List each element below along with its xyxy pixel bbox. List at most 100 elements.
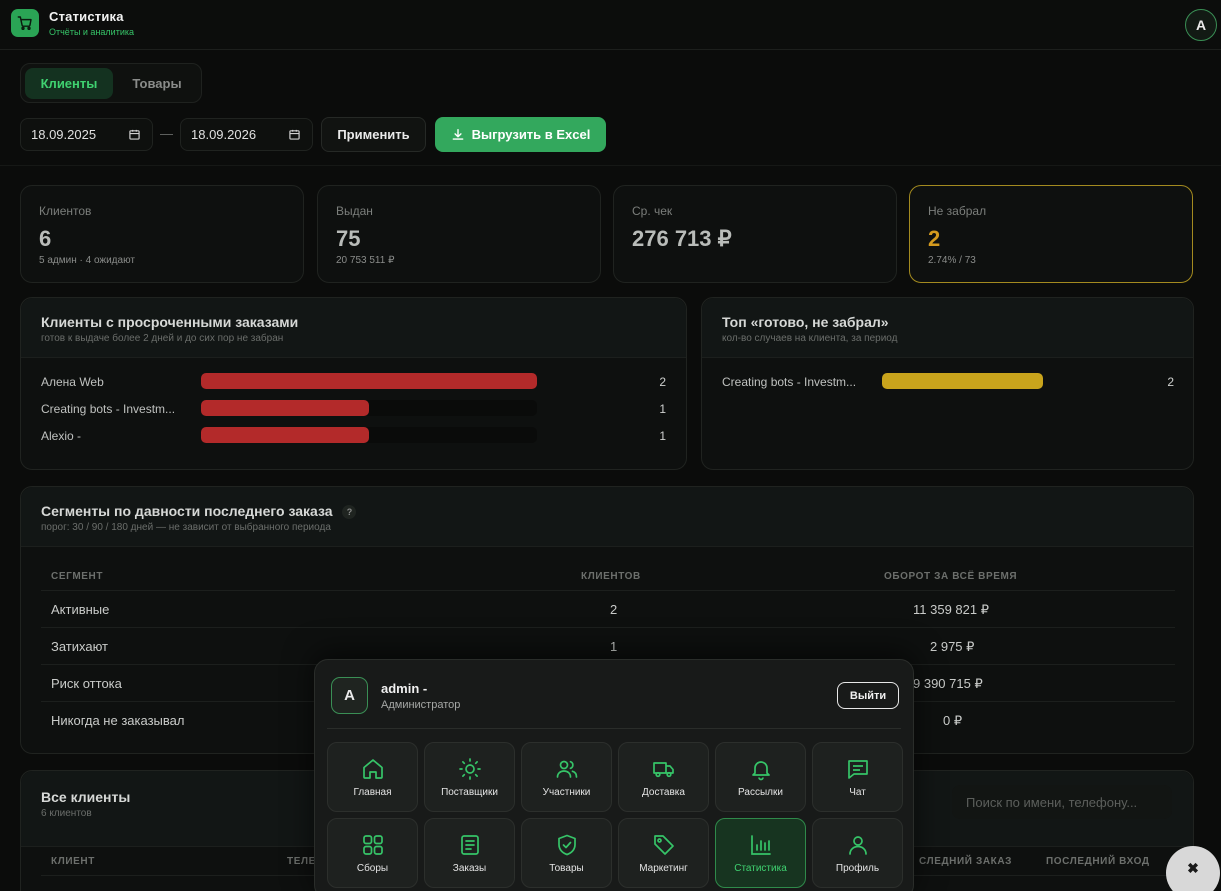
menu-item-label: Участники [542, 786, 591, 798]
stat-card-issued: Выдан 75 20 753 511 ₽ [317, 185, 601, 283]
column-header-segment: СЕГМЕНТ [51, 571, 104, 582]
table-cell-segment: Активные [51, 602, 110, 617]
table-cell-segment: Риск оттока [51, 676, 122, 691]
menu-item-label: Чат [849, 786, 866, 798]
date-to-value: 18.09.2026 [191, 127, 257, 142]
menu-item-chat[interactable]: Чат [812, 742, 903, 812]
export-excel-button[interactable]: Выгрузить в Excel [435, 117, 606, 152]
cart-icon[interactable] [11, 9, 39, 37]
panel-title: Все клиенты [41, 789, 131, 805]
stat-sub: 5 админ · 4 ожидают [39, 255, 135, 266]
menu-item-label: Профиль [835, 862, 880, 874]
menu-item-label: Маркетинг [639, 862, 688, 874]
menu-item-collections[interactable]: Сборы [327, 818, 418, 888]
table-cell-turnover: 2 975 ₽ [930, 639, 975, 654]
download-icon [452, 128, 463, 140]
overdue-clients-panel: Клиенты с просроченными заказами готов к… [20, 297, 687, 470]
menu-item-label: Товары [549, 862, 584, 874]
bar-label: Creating bots - Investm... [722, 375, 857, 389]
top-bar [0, 0, 1221, 50]
table-divider [41, 627, 1175, 628]
menu-user-role: Администратор [381, 699, 461, 711]
navigation-menu: A admin - Администратор Выйти Главная По… [314, 659, 914, 891]
table-cell-segment: Никогда не заказывал [51, 713, 185, 728]
table-cell-clients: 2 [610, 602, 618, 617]
menu-item-delivery[interactable]: Доставка [618, 742, 709, 812]
menu-item-marketing[interactable]: Маркетинг [618, 818, 709, 888]
app-title: Статистика [49, 9, 124, 24]
stat-sub: 20 753 511 ₽ [336, 255, 395, 266]
bar-label: Alexio - [41, 429, 82, 443]
logout-button[interactable]: Выйти [837, 682, 899, 709]
table-cell-turnover: 11 359 821 ₽ [913, 602, 989, 617]
menu-user-name: admin - [381, 681, 428, 696]
menu-item-profile[interactable]: Профиль [812, 818, 903, 888]
tab-clients[interactable]: Клиенты [25, 68, 113, 99]
menu-item-orders[interactable]: Заказы [424, 818, 515, 888]
panel-title: Клиенты с просроченными заказами [41, 314, 299, 330]
date-separator: — [160, 126, 173, 141]
table-cell-clients: 1 [610, 639, 618, 654]
stat-card-avg-check: Ср. чек 276 713 ₽ [613, 185, 897, 283]
app-subtitle: Отчёты и аналитика [49, 27, 134, 37]
menu-item-home[interactable]: Главная [327, 742, 418, 812]
tag-icon [653, 834, 674, 855]
calendar-icon[interactable] [289, 129, 300, 140]
bell-icon [751, 760, 770, 780]
menu-item-label: Заказы [452, 862, 487, 874]
bar-value: 1 [659, 402, 666, 416]
date-to-input[interactable]: 18.09.2026 [180, 118, 313, 151]
chart-icon [750, 834, 771, 855]
stat-label: Ср. чек [632, 204, 673, 218]
column-header-clients: КЛИЕНТОВ [581, 571, 641, 582]
table-divider [41, 590, 1175, 591]
users-icon [556, 760, 577, 778]
stat-value: 6 [39, 226, 52, 251]
panel-header: Топ «готово, не забрал» кол-во случаев н… [702, 298, 1193, 358]
user-icon [848, 835, 867, 855]
menu-item-suppliers[interactable]: Поставщики [424, 742, 515, 812]
stat-label: Не забрал [928, 204, 987, 218]
client-search-input[interactable]: Поиск по имени, телефону... [952, 785, 1172, 819]
home-icon [362, 758, 383, 779]
table-cell-turnover: 0 ₽ [943, 713, 963, 728]
menu-item-label: Статистика [734, 862, 787, 874]
calendar-icon[interactable] [129, 129, 140, 140]
menu-item-products[interactable]: Товары [521, 818, 612, 888]
bar [882, 373, 1043, 389]
bar [201, 427, 369, 443]
top-not-picked-panel: Топ «готово, не забрал» кол-во случаев н… [701, 297, 1194, 470]
stat-value: 2 [928, 226, 941, 251]
bar-value: 2 [659, 375, 666, 389]
panel-title-text: Сегменты по давности последнего заказа [41, 503, 333, 519]
shield-check-icon [557, 834, 576, 855]
chat-icon [847, 759, 868, 779]
stat-label: Клиентов [39, 204, 92, 218]
apply-button[interactable]: Применить [321, 117, 426, 152]
panel-subtitle: готов к выдаче более 2 дней и до сих пор… [41, 333, 284, 344]
bar-label: Алена Web [41, 375, 104, 389]
column-header-turnover: ОБОРОТ ЗА ВСЁ ВРЕМЯ [884, 571, 1018, 582]
question-icon[interactable]: ? [342, 505, 357, 520]
menu-avatar: A [331, 677, 368, 714]
panel-title: Сегменты по давности последнего заказа ? [41, 503, 357, 520]
tab-products[interactable]: Товары [117, 68, 197, 99]
export-excel-label: Выгрузить в Excel [471, 127, 591, 142]
panel-header: Клиенты с просроченными заказами готов к… [21, 298, 686, 358]
menu-item-statistics[interactable]: Статистика [715, 818, 806, 888]
grid-icon [362, 834, 383, 855]
user-avatar[interactable]: A [1185, 9, 1217, 41]
bar-value: 2 [1167, 375, 1174, 389]
bar [201, 373, 537, 389]
stat-sub: 2.74% / 73 [928, 255, 976, 266]
menu-item-mailings[interactable]: Рассылки [715, 742, 806, 812]
date-from-value: 18.09.2025 [31, 127, 97, 142]
panel-subtitle: 6 клиентов [41, 808, 92, 819]
date-from-input[interactable]: 18.09.2025 [20, 118, 153, 151]
close-menu-button[interactable]: ✖ [1166, 846, 1220, 891]
menu-item-participants[interactable]: Участники [521, 742, 612, 812]
column-header-last-login: ПОСЛЕДНИЙ ВХОД [1046, 856, 1150, 867]
bar-value: 1 [659, 429, 666, 443]
stat-value: 75 [336, 226, 361, 251]
menu-item-label: Главная [353, 786, 392, 798]
